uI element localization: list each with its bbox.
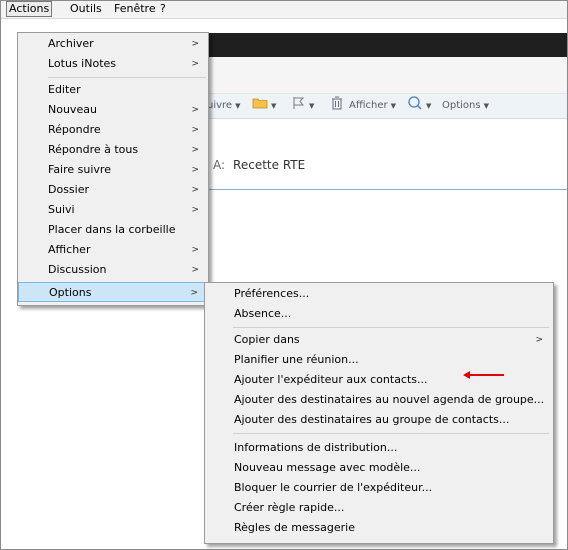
menu-item-repondre[interactable]: Répondre > [18,120,208,140]
menu-item-regles-messagerie[interactable]: Règles de messagerie [205,518,553,538]
menu-item-creer-regle-rapide[interactable]: Créer règle rapide... [205,498,553,518]
menu-item-faire-suivre[interactable]: Faire suivre > [18,160,208,180]
menu-separator [48,77,206,78]
chevron-right-icon: > [191,125,199,135]
chevron-right-icon: > [191,205,199,215]
flag-icon [292,96,306,116]
afficher-button[interactable]: Afficher ▼ [349,98,396,114]
options-label: Options [442,100,481,111]
chevron-right-icon: > [191,39,199,49]
menu-item-absence[interactable]: Absence... [205,304,553,324]
search-icon [407,95,423,117]
title-bar [207,33,567,57]
header-divider [207,189,567,190]
menu-item-planifier-reunion[interactable]: Planifier une réunion... [205,350,553,370]
menu-item-dossier[interactable]: Dossier > [18,180,208,200]
menu-outils[interactable]: Outils [68,2,104,16]
chevron-down-icon: ▼ [271,102,277,110]
menu-item-editer[interactable]: Editer [18,80,208,100]
forward-label: uivre [207,100,233,111]
actions-menu: Archiver > Lotus iNotes > Editer Nouveau > … [17,32,209,306]
options-submenu: Préférences... Absence... Copier dans > P… [204,282,554,544]
recipient-line: A: Recette RTE [213,158,305,172]
chevron-right-icon: > [535,335,543,345]
menu-item-archiver[interactable]: Archiver > [18,34,208,54]
chevron-down-icon: ▼ [309,102,315,110]
flag-button[interactable]: ▼ [292,96,315,116]
chevron-right-icon: > [191,165,199,175]
folder-icon [252,97,268,115]
menu-help[interactable]: ? [158,2,168,16]
chevron-right-icon: > [191,59,199,69]
menu-item-suivi[interactable]: Suivi > [18,200,208,220]
application-window: Actions Outils Fenêtre ? uivre ▼ ▼ ▼ Affi… [0,0,568,550]
menu-item-preferences[interactable]: Préférences... [205,284,553,304]
menu-item-lotus-inotes[interactable]: Lotus iNotes > [18,54,208,74]
menu-actions[interactable]: Actions [6,1,53,17]
trash-button[interactable] [331,96,343,116]
trash-icon [331,96,343,116]
chevron-right-icon: > [191,145,199,155]
forward-button[interactable]: uivre ▼ [207,98,240,114]
options-button[interactable]: Options ▼ [442,98,489,114]
chevron-right-icon: > [190,288,198,298]
menu-separator [233,433,549,434]
menu-item-repondre-a-tous[interactable]: Répondre à tous > [18,140,208,160]
menu-item-afficher[interactable]: Afficher > [18,240,208,260]
chevron-down-icon: ▼ [390,102,396,110]
message-toolbar: uivre ▼ ▼ ▼ Afficher ▼ ▼ Options ▼ [207,93,567,119]
search-button[interactable]: ▼ [407,95,432,117]
menu-separator [233,327,549,328]
chevron-right-icon: > [191,265,199,275]
menu-item-copier-dans[interactable]: Copier dans > [205,330,553,350]
chevron-down-icon: ▼ [426,102,432,110]
menu-item-bloquer-courrier[interactable]: Bloquer le courrier de l'expéditeur... [205,478,553,498]
recipient-value[interactable]: Recette RTE [233,158,305,172]
menu-item-nouveau-message-modele[interactable]: Nouveau message avec modèle... [205,458,553,478]
menu-bar: Actions Outils Fenêtre ? [1,1,567,19]
tab-strip [207,57,567,94]
chevron-down-icon: ▼ [235,102,241,110]
menu-item-placer-corbeille[interactable]: Placer dans la corbeille [18,220,208,240]
menu-item-discussion[interactable]: Discussion > [18,260,208,280]
menu-item-ajouter-groupe-contacts[interactable]: Ajouter des destinataires au groupe de c… [205,410,553,430]
folder-button[interactable]: ▼ [252,98,276,114]
recipient-label: A: [213,158,226,172]
chevron-down-icon: ▼ [483,102,489,110]
chevron-right-icon: > [191,185,199,195]
menu-item-options[interactable]: Options > [18,282,208,302]
chevron-right-icon: > [191,105,199,115]
afficher-label: Afficher [349,100,388,111]
chevron-right-icon: > [191,245,199,255]
menu-item-informations-distribution[interactable]: Informations de distribution... [205,438,553,458]
annotation-arrow-icon [463,371,504,379]
menu-item-ajouter-agenda-groupe[interactable]: Ajouter des destinataires au nouvel agen… [205,390,553,410]
menu-item-nouveau[interactable]: Nouveau > [18,100,208,120]
menu-fenetre[interactable]: Fenêtre [112,2,158,16]
